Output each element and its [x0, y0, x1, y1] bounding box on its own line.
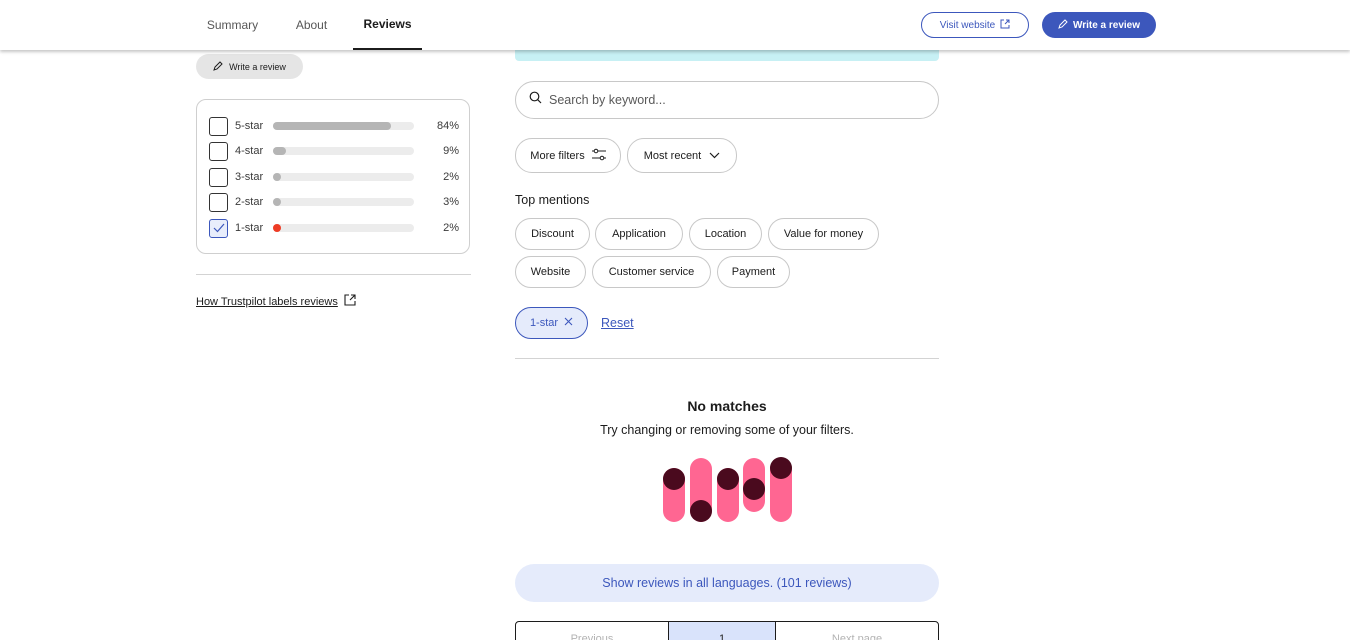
- rating-bar: [273, 173, 414, 181]
- search-icon: [529, 91, 542, 109]
- mention-chip[interactable]: Application: [595, 218, 683, 250]
- more-filters-label: More filters: [530, 149, 585, 162]
- active-filter-chip[interactable]: 1-star: [515, 307, 588, 339]
- current-page[interactable]: 1: [669, 622, 776, 640]
- sidebar-divider: [196, 274, 471, 275]
- rating-label: 1-star: [235, 222, 264, 234]
- how-labels-text: How Trustpilot labels reviews: [196, 295, 338, 308]
- visit-website-button[interactable]: Visit website: [921, 12, 1029, 38]
- how-trustpilot-labels-link[interactable]: How Trustpilot labels reviews: [196, 294, 356, 309]
- rating-percent: 3%: [443, 196, 459, 208]
- rating-bar-fill: [273, 224, 281, 232]
- rating-checkbox[interactable]: [209, 116, 228, 136]
- more-filters-button[interactable]: More filters: [515, 138, 621, 173]
- rating-checkbox[interactable]: [209, 141, 228, 161]
- mention-chip[interactable]: Customer service: [592, 256, 711, 288]
- pagination: Previous 1 Next page: [515, 621, 939, 640]
- search-input[interactable]: [549, 93, 909, 107]
- mention-chip[interactable]: Website: [515, 256, 586, 288]
- active-filter-label: 1-star: [529, 317, 559, 329]
- rating-label: 5-star: [235, 120, 264, 132]
- rating-checkbox[interactable]: [209, 192, 228, 212]
- rating-checkbox-checked[interactable]: [209, 218, 228, 238]
- top-nav: Summary About Reviews Visit website Writ…: [0, 0, 1350, 50]
- rating-row-1[interactable]: 1-star 2%: [209, 218, 459, 238]
- rating-bar-fill: [273, 198, 281, 206]
- external-link-icon: [1000, 19, 1010, 32]
- mention-chip[interactable]: Location: [689, 218, 762, 250]
- rating-percent: 84%: [436, 120, 459, 132]
- rating-bar-fill: [273, 173, 281, 181]
- rating-bar: [273, 147, 414, 155]
- no-matches-subtitle: Try changing or removing some of your fi…: [600, 423, 854, 437]
- next-page-button[interactable]: Next page: [776, 622, 938, 640]
- rating-percent: 2%: [443, 171, 459, 183]
- write-review-label: Write a review: [1072, 19, 1141, 31]
- star-rating-filter: 5-star 84% 4-star 9% 3-star 2% 2-star 3%…: [196, 99, 470, 254]
- sidebar-write-review-button[interactable]: Write a review: [196, 54, 303, 79]
- no-matches-illustration: [660, 456, 795, 531]
- mention-chip[interactable]: Value for money: [768, 218, 879, 250]
- top-mentions-title: Top mentions: [515, 193, 590, 207]
- sort-label: Most recent: [643, 149, 702, 162]
- reset-link[interactable]: Reset: [601, 316, 634, 330]
- mention-chip[interactable]: Discount: [515, 218, 590, 250]
- pencil-icon: [1058, 18, 1068, 32]
- rating-row-5[interactable]: 5-star 84%: [209, 116, 459, 136]
- write-review-button[interactable]: Write a review: [1042, 12, 1156, 38]
- search-box[interactable]: [515, 81, 939, 119]
- rating-row-2[interactable]: 2-star 3%: [209, 192, 459, 212]
- rating-bar-fill: [273, 147, 286, 155]
- show-all-languages-button[interactable]: Show reviews in all languages. (101 revi…: [515, 564, 939, 602]
- sliders-icon: [591, 148, 606, 164]
- checkmark-icon: [213, 223, 224, 233]
- rating-bar: [273, 122, 414, 130]
- external-link-icon: [344, 294, 356, 309]
- tab-about[interactable]: About: [283, 0, 340, 50]
- rating-label: 4-star: [235, 145, 264, 157]
- filters-divider: [515, 358, 939, 359]
- visit-website-label: Visit website: [939, 19, 996, 31]
- rating-bar: [273, 224, 414, 232]
- close-icon[interactable]: [564, 317, 573, 329]
- rating-checkbox[interactable]: [209, 167, 228, 187]
- mention-chip[interactable]: Payment: [717, 256, 790, 288]
- tab-summary[interactable]: Summary: [196, 0, 269, 50]
- previous-page-button[interactable]: Previous: [516, 622, 669, 640]
- info-banner: [515, 50, 939, 61]
- no-matches-title: No matches: [687, 398, 767, 414]
- rating-row-3[interactable]: 3-star 2%: [209, 167, 459, 187]
- pencil-icon: [213, 60, 223, 73]
- rating-label: 3-star: [235, 171, 264, 183]
- sidebar-write-review-label: Write a review: [229, 61, 286, 72]
- tab-reviews[interactable]: Reviews: [353, 0, 422, 50]
- rating-label: 2-star: [235, 196, 264, 208]
- rating-bar-fill: [273, 122, 392, 130]
- rating-row-4[interactable]: 4-star 9%: [209, 141, 459, 161]
- rating-bar: [273, 198, 414, 206]
- chevron-down-icon: [709, 150, 720, 162]
- rating-percent: 9%: [443, 145, 459, 157]
- rating-percent: 2%: [443, 222, 459, 234]
- sort-dropdown[interactable]: Most recent: [627, 138, 737, 173]
